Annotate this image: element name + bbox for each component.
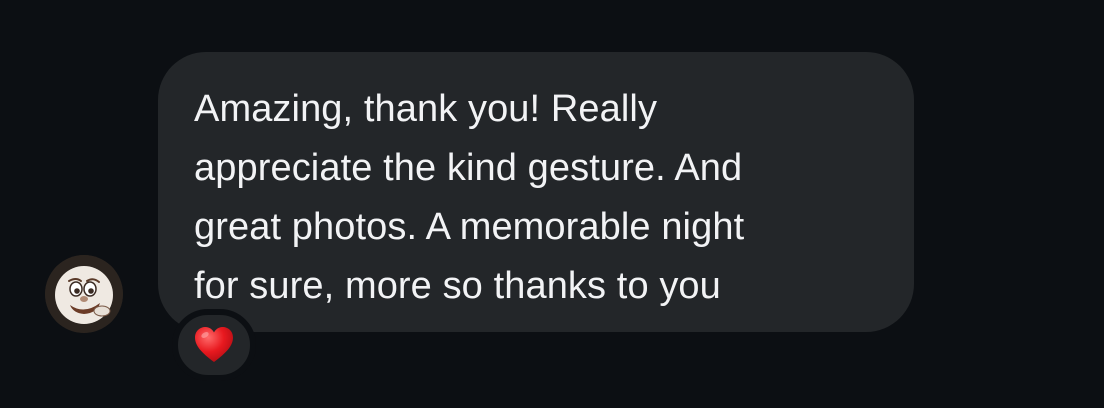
red-heart-icon <box>195 327 233 362</box>
message-text: Amazing, thank you! Really appreciate th… <box>194 88 745 307</box>
reaction-badge[interactable] <box>172 309 256 381</box>
face-avatar-icon <box>45 255 123 333</box>
chat-view: Amazing, thank you! Really appreciate th… <box>0 0 1104 408</box>
incoming-message-row: Amazing, thank you! Really appreciate th… <box>0 0 1104 408</box>
message-bubble[interactable]: Amazing, thank you! Really appreciate th… <box>158 52 914 332</box>
sender-avatar[interactable] <box>45 255 123 333</box>
